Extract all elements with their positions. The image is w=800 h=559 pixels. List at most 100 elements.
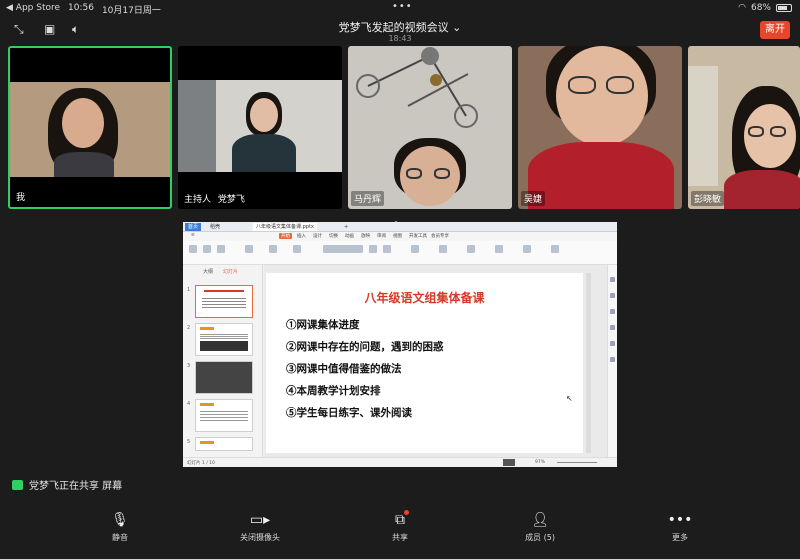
share-button[interactable]: ⧉ 共享 (360, 510, 440, 543)
participant-name: 马丹辉 (354, 195, 382, 205)
slide-bullet: ③网课中值得借鉴的做法 (286, 363, 402, 375)
align-icon[interactable] (411, 245, 419, 253)
meeting-timer: 18:43 (388, 34, 412, 43)
new-tab-button[interactable]: + (341, 223, 351, 231)
camera-button[interactable]: ▭▸ 关闭摄像头 (220, 512, 300, 543)
notification-dot (404, 510, 409, 515)
zoom-slider[interactable] (557, 462, 597, 463)
battery-percent: 68% (750, 3, 771, 13)
play-slideshow-icon[interactable] (503, 459, 515, 466)
play-icon[interactable] (245, 245, 253, 253)
ceiling-lamp-image (356, 47, 478, 128)
property-icon[interactable] (610, 277, 615, 282)
slide-thumbnail[interactable] (195, 285, 253, 318)
menu-home[interactable]: 开始 (279, 233, 292, 239)
slide-editor: 八年级语文组集体备课 ①网课集体进度 ②网课中存在的问题，遇到的困惑 ③网课中值… (264, 265, 607, 457)
meeting-title: 党梦飞发起的视频会议 (338, 21, 449, 34)
file-menu-icon[interactable]: ≡ (191, 233, 195, 238)
slide-thumbnail-panel: 大纲 幻灯片 1 2 3 4 5 (183, 265, 263, 457)
tab-home[interactable]: 首页 (185, 223, 202, 231)
arrange-icon[interactable] (495, 245, 503, 253)
microphone-icon: 🎙︎ (111, 512, 129, 528)
members-label: 成员 (5) (525, 533, 555, 542)
meeting-toolbar: 🎙︎ 静音 ▭▸ 关闭摄像头 ⧉ 共享 👤︎ 成员 (5) ••• 更多 (0, 500, 800, 559)
participant-name: 党梦飞 (217, 195, 245, 205)
cut-icon[interactable] (203, 245, 211, 253)
shape-icon[interactable] (467, 245, 475, 253)
tab-slides[interactable]: 幻灯片 (223, 268, 238, 275)
wps-ribbon (183, 241, 617, 265)
more-button[interactable]: ••• 更多 (640, 512, 720, 543)
tab-docer[interactable]: 稻壳 (207, 223, 223, 231)
host-badge: 主持人 (184, 195, 212, 205)
back-to-app-link[interactable]: ◀ App Store (6, 3, 60, 16)
menu-transition[interactable]: 切换 (329, 233, 338, 239)
battery-icon (776, 4, 792, 12)
slide-title: 八年级语文组集体备课 (364, 291, 485, 305)
participant-video-strip: 我 主持人 党梦飞 马丹辉 吴婕 彭晓敏 (8, 46, 800, 211)
tab-outline[interactable]: 大纲 (203, 268, 213, 275)
share-notice-text: 党梦飞正在共享 屏幕 (29, 481, 123, 492)
share-notice: 党梦飞正在共享 屏幕 (12, 477, 122, 492)
zoom-level: 97% (535, 460, 546, 465)
slide-number: 5 (187, 439, 191, 445)
leave-button[interactable]: 离开 (760, 21, 790, 39)
more-icon: ••• (667, 512, 693, 528)
italic-icon[interactable] (383, 245, 391, 253)
paste-icon[interactable] (189, 245, 197, 253)
ios-status-bar: ◀ App Store 10:56 10月17日周一 ••• ◠ 68% (0, 0, 800, 16)
video-tile-host[interactable]: 主持人 党梦飞 (178, 46, 342, 209)
video-tile-participant[interactable]: 吴婕 (518, 46, 682, 209)
slide-thumbnail[interactable] (195, 361, 253, 394)
menu-design[interactable]: 设计 (313, 233, 322, 239)
wps-menu-bar: ≡ 开始 插入 设计 切换 动画 放映 审阅 视图 开发工具 会员专享 (183, 232, 617, 241)
clock: 10:56 (68, 3, 94, 13)
slide-thumbnail[interactable] (195, 437, 253, 451)
video-tile-participant[interactable]: 彭晓敏 (688, 46, 800, 209)
meeting-title-button[interactable]: 党梦飞发起的视频会议 ⌄ (0, 19, 800, 35)
menu-slideshow[interactable]: 放映 (361, 233, 370, 239)
members-icon: 👤︎ (531, 512, 549, 528)
textbox-icon[interactable] (439, 245, 447, 253)
date: 10月17日周一 (101, 6, 161, 16)
menu-view[interactable]: 视图 (393, 233, 402, 239)
background-icon[interactable] (610, 341, 615, 346)
slide-bullet: ①网课集体进度 (286, 319, 360, 331)
slide-bullet: ④本周教学计划安排 (286, 385, 381, 397)
slide-bullet: ⑤学生每日练字、课外阅读 (286, 407, 412, 419)
find-icon[interactable] (523, 245, 531, 253)
mouse-cursor-icon: ↖ (566, 394, 573, 403)
menu-member[interactable]: 会员专享 (431, 233, 449, 239)
multitask-dots-icon[interactable]: ••• (392, 1, 413, 12)
participant-name: 吴婕 (524, 195, 543, 205)
members-button[interactable]: 👤︎ 成员 (5) (500, 512, 580, 543)
font-select[interactable] (323, 245, 363, 253)
slide-page-indicator: 幻灯片 1 / 10 (187, 461, 215, 466)
slide-thumbnail[interactable] (195, 323, 253, 356)
video-tile-participant[interactable]: 马丹辉 (348, 46, 512, 209)
menu-animation[interactable]: 动画 (345, 233, 354, 239)
menu-review[interactable]: 审阅 (377, 233, 386, 239)
layout-icon[interactable] (293, 245, 301, 253)
format-painter-icon[interactable] (217, 245, 225, 253)
menu-developer[interactable]: 开发工具 (409, 233, 427, 239)
video-tile-self[interactable]: 我 (8, 46, 172, 209)
bold-icon[interactable] (369, 245, 377, 253)
screen-share-icon (12, 479, 23, 490)
slide-thumbnail[interactable] (195, 399, 253, 432)
mute-button[interactable]: 🎙︎ 静音 (80, 512, 160, 543)
vertical-scrollbar[interactable] (586, 273, 591, 453)
animation-panel-icon[interactable] (610, 293, 615, 298)
tab-document[interactable]: 八年级语文集体备课.pptx (253, 223, 317, 231)
transition-panel-icon[interactable] (610, 309, 615, 314)
menu-insert[interactable]: 插入 (297, 233, 306, 239)
settings-icon[interactable] (610, 357, 615, 362)
share-screen-icon: ⧉ (395, 512, 405, 528)
more-label: 更多 (672, 533, 688, 542)
new-slide-icon[interactable] (269, 245, 277, 253)
style-icon[interactable] (610, 325, 615, 330)
slide-number: 1 (187, 287, 191, 293)
current-slide[interactable]: 八年级语文组集体备课 ①网课集体进度 ②网课中存在的问题，遇到的困惑 ③网课中值… (266, 273, 583, 453)
select-icon[interactable] (551, 245, 559, 253)
slide-number: 3 (187, 363, 191, 369)
